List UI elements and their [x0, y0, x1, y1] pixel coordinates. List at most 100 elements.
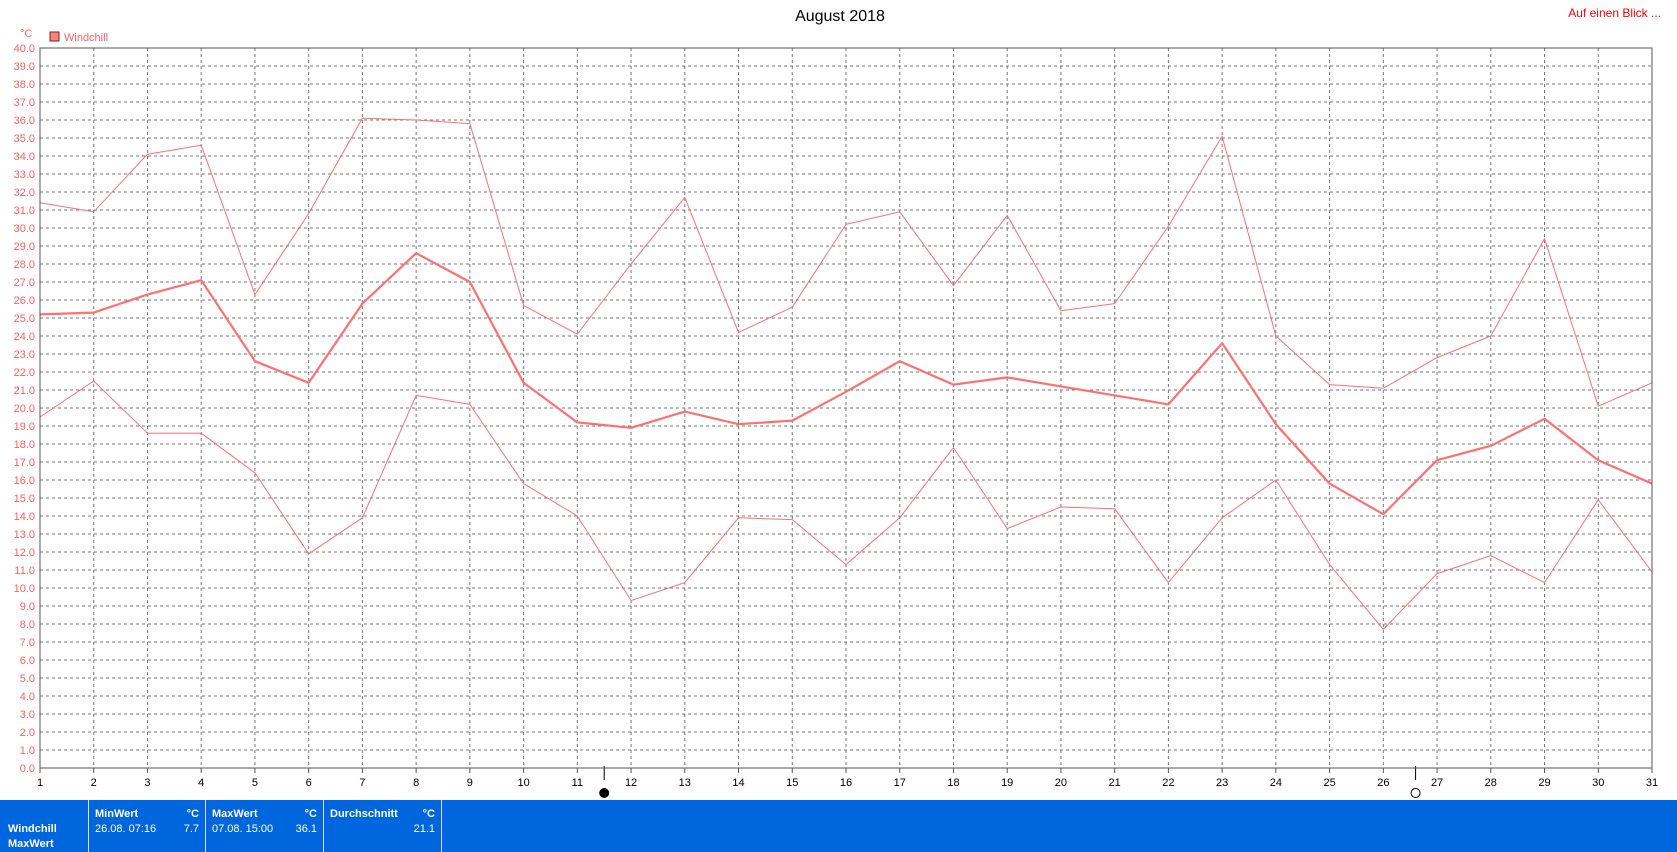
y-tick-label: 5.0 — [20, 673, 35, 685]
stats-max-cell: MaxWert °C 07.08. 15:00 36.1 — [205, 800, 323, 852]
stats-min-when: 26.08. 07:16 — [95, 823, 157, 835]
y-tick-label: 25.0 — [14, 313, 35, 325]
y-tick-label: 30.0 — [14, 223, 35, 235]
x-tick-label: 19 — [1001, 777, 1013, 789]
x-tick-label: 5 — [252, 777, 258, 789]
y-tick-label: 6.0 — [20, 655, 35, 667]
stats-row-windchill: Windchill — [8, 823, 57, 835]
x-tick-label: 22 — [1162, 777, 1174, 789]
stats-avg-value: 21.1 — [413, 823, 435, 835]
y-tick-label: 10.0 — [14, 583, 35, 595]
x-tick-label: 18 — [947, 777, 959, 789]
y-tick-label: 37.0 — [14, 97, 35, 109]
stats-avg-cell: Durchschnitt °C 21.1 — [323, 800, 442, 852]
y-tick-label: 3.0 — [20, 709, 35, 721]
y-axis-unit: °C — [20, 28, 32, 40]
x-tick-label: 21 — [1109, 777, 1121, 789]
y-tick-label: 9.0 — [20, 601, 35, 613]
x-tick-label: 28 — [1485, 777, 1497, 789]
y-tick-label: 4.0 — [20, 691, 35, 703]
x-tick-label: 9 — [467, 777, 473, 789]
overview-link[interactable]: Auf einen Blick ... — [1568, 6, 1661, 20]
y-axis-ticks: 0.0 1.0 2.0 3.0 4.0 5.0 6.0 7.0 8.0 9.0 10.0 11.0 12… — [14, 43, 35, 775]
stats-min-cell: MinWert °C 26.08. 07:16 7.7 — [88, 800, 205, 852]
stats-row-labels: Windchill MaxWert — [0, 800, 87, 852]
y-tick-label: 1.0 — [20, 745, 35, 757]
x-tick-label: 11 — [572, 777, 583, 789]
x-tick-label: 17 — [894, 777, 906, 789]
y-tick-label: 14.0 — [14, 511, 35, 523]
x-tick-label: 6 — [306, 777, 312, 789]
stats-max-unit: °C — [304, 808, 317, 820]
y-tick-label: 8.0 — [20, 619, 35, 631]
x-tick-label: 30 — [1592, 777, 1604, 789]
x-tick-label: 26 — [1377, 777, 1389, 789]
x-tick-label: 31 — [1646, 777, 1658, 789]
x-tick-label: 13 — [679, 777, 691, 789]
y-tick-label: 7.0 — [20, 637, 35, 649]
y-tick-label: 35.0 — [14, 133, 35, 145]
y-tick-label: 0.0 — [20, 763, 35, 775]
x-tick-label: 25 — [1323, 777, 1335, 789]
x-tick-label: 1 — [37, 777, 43, 789]
y-tick-label: 39.0 — [14, 61, 35, 73]
y-tick-label: 22.0 — [14, 367, 35, 379]
y-tick-label: 2.0 — [20, 727, 35, 739]
y-tick-label: 38.0 — [14, 79, 35, 91]
stats-min-unit: °C — [186, 808, 199, 820]
chart-svg: August 2018 °C Windchill 0.0 1.0 2.0 3.0 4.0… — [14, 8, 1658, 798]
x-tick-label: 12 — [625, 777, 637, 789]
x-tick-label: 2 — [91, 777, 97, 789]
stats-max-value: 36.1 — [295, 823, 317, 835]
stats-avg-header: Durchschnitt — [330, 808, 398, 820]
legend-label-windchill: Windchill — [64, 32, 108, 44]
y-tick-label: 28.0 — [14, 259, 35, 271]
x-tick-label: 16 — [840, 777, 852, 789]
y-tick-label: 27.0 — [14, 277, 35, 289]
y-tick-label: 18.0 — [14, 439, 35, 451]
y-tick-label: 36.0 — [14, 115, 35, 127]
y-tick-label: 20.0 — [14, 403, 35, 415]
y-tick-label: 23.0 — [14, 349, 35, 361]
x-tick-label: 29 — [1538, 777, 1550, 789]
y-tick-label: 11.0 — [14, 565, 35, 577]
y-tick-label: 17.0 — [14, 457, 35, 469]
y-tick-label: 40.0 — [14, 43, 35, 55]
x-tick-label: 15 — [786, 777, 798, 789]
x-tick-label: 23 — [1216, 777, 1228, 789]
x-tick-label: 10 — [517, 777, 529, 789]
y-tick-label: 15.0 — [14, 493, 35, 505]
x-tick-label: 7 — [359, 777, 365, 789]
y-tick-label: 34.0 — [14, 151, 35, 163]
stats-max-when: 07.08. 15:00 — [212, 823, 274, 835]
y-tick-label: 32.0 — [14, 187, 35, 199]
x-tick-label: 24 — [1270, 777, 1282, 789]
grid — [39, 47, 1653, 769]
y-tick-label: 26.0 — [14, 295, 35, 307]
new-moon-icon — [1410, 788, 1421, 798]
stats-row-maxwert: MaxWert — [8, 838, 54, 850]
x-axis-ticks: 1 2 3 4 5 6 7 8 9 10 11 12 13 14 15 16 17 18 19 20 21 22 23 24 2… — [37, 768, 1658, 789]
x-tick-label: 3 — [144, 777, 150, 789]
stats-avg-unit: °C — [422, 808, 435, 820]
x-tick-label: 4 — [198, 777, 204, 789]
stats-bar: Windchill MaxWert MinWert °C 26.08. 07:1… — [0, 800, 1677, 852]
y-tick-label: 12.0 — [14, 547, 35, 559]
chart-title: August 2018 — [795, 8, 885, 25]
y-tick-label: 19.0 — [14, 421, 35, 433]
x-tick-label: 14 — [732, 777, 744, 789]
y-tick-label: 24.0 — [14, 331, 35, 343]
stats-min-header: MinWert — [95, 808, 139, 820]
stats-max-header: MaxWert — [212, 808, 258, 820]
y-tick-label: 29.0 — [14, 241, 35, 253]
stats-min-value: 7.7 — [183, 823, 199, 835]
full-moon-icon — [599, 788, 610, 798]
y-tick-label: 31.0 — [14, 205, 35, 217]
legend-swatch-windchill — [49, 31, 60, 42]
y-tick-label: 21.0 — [14, 385, 35, 397]
y-tick-label: 16.0 — [14, 475, 35, 487]
x-tick-label: 8 — [413, 777, 419, 789]
y-tick-label: 33.0 — [14, 169, 35, 181]
x-tick-label: 27 — [1431, 777, 1443, 789]
y-tick-label: 13.0 — [14, 529, 35, 541]
